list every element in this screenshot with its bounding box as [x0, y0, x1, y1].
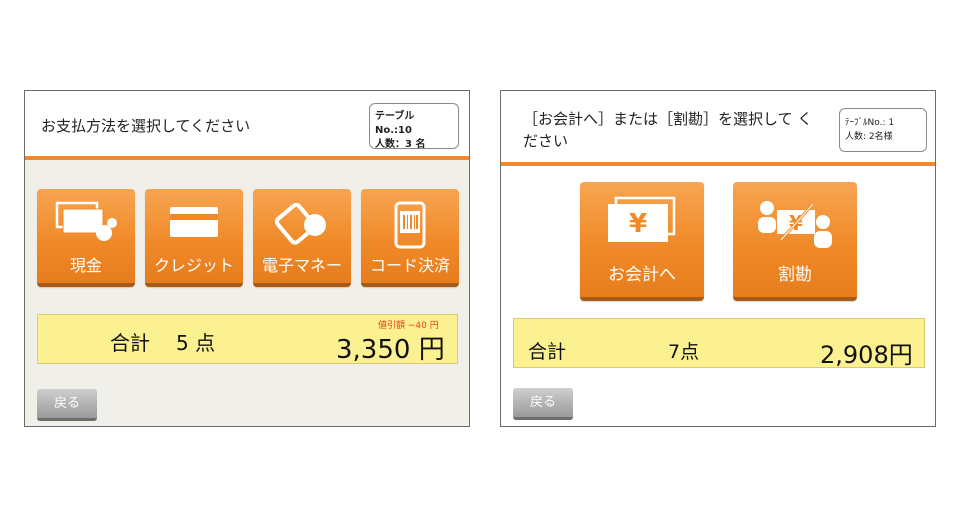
- total-amount: 2,908円: [820, 341, 913, 369]
- table-info-box: ﾃｰﾌﾞﾙNo.: 1 人数: 2名様: [839, 108, 927, 152]
- total-amount: 3,350 円: [336, 335, 445, 365]
- svg-text:¥: ¥: [629, 209, 647, 239]
- cash-icon: [55, 201, 117, 241]
- total-label: 合計: [528, 341, 567, 363]
- qr-code-payment-icon: [394, 201, 426, 249]
- table-info-box: テーブル No.:10 人数：3 名: [369, 103, 459, 150]
- page-title: お支払方法を選択してください: [41, 117, 251, 135]
- credit-label: クレジット: [153, 256, 234, 275]
- left-payment-screen: お支払方法を選択してください テーブル No.:10 人数：3 名 現金 クレジ…: [24, 90, 470, 427]
- split-bill-icon: ¥: [758, 201, 832, 248]
- yen-bills-icon: ¥: [608, 196, 676, 242]
- table-number: テーブル No.:10: [375, 111, 415, 136]
- cash-button[interactable]: 現金: [37, 189, 135, 287]
- credit-button[interactable]: クレジット: [145, 189, 243, 287]
- code-payment-label: コード決済: [369, 256, 450, 275]
- credit-card-icon: [170, 207, 218, 237]
- table-number: ﾃｰﾌﾞﾙNo.: 1: [845, 118, 895, 128]
- item-count: 5 点: [176, 331, 216, 355]
- checkout-label: お会計へ: [608, 265, 676, 285]
- guest-count: 人数：3 名: [375, 139, 426, 150]
- e-money-label: 電子マネー: [261, 256, 342, 275]
- split-bill-button[interactable]: ¥ 割勘: [733, 182, 857, 301]
- right-checkout-screen: ［お会計へ］または［割勘］を選択して ください ﾃｰﾌﾞﾙNo.: 1 人数: …: [500, 90, 936, 427]
- guest-count: 人数: 2名様: [845, 132, 893, 142]
- page-title: ［お会計へ］または［割勘］を選択して ください: [523, 110, 813, 150]
- content-area: [501, 166, 935, 426]
- total-bar: 合計 5 点 値引額 −40 円 3,350 円: [37, 314, 458, 365]
- e-money-button[interactable]: 電子マネー: [253, 189, 351, 287]
- item-count: 7点: [668, 341, 700, 363]
- header: ［お会計へ］または［割勘］を選択して ください ﾃｰﾌﾞﾙNo.: 1 人数: …: [501, 91, 935, 162]
- code-payment-button[interactable]: コード決済: [361, 189, 459, 287]
- total-bar: 合計 7点 2,908円: [513, 318, 925, 369]
- total-label: 合計: [110, 331, 150, 355]
- split-bill-label: 割勘: [778, 265, 812, 285]
- e-money-icon: [274, 202, 326, 245]
- cash-label: 現金: [69, 256, 102, 275]
- checkout-button[interactable]: ¥ お会計へ: [580, 182, 704, 301]
- header: お支払方法を選択してください テーブル No.:10 人数：3 名: [25, 91, 469, 156]
- back-button[interactable]: 戻る: [513, 388, 573, 420]
- back-button[interactable]: 戻る: [37, 389, 97, 421]
